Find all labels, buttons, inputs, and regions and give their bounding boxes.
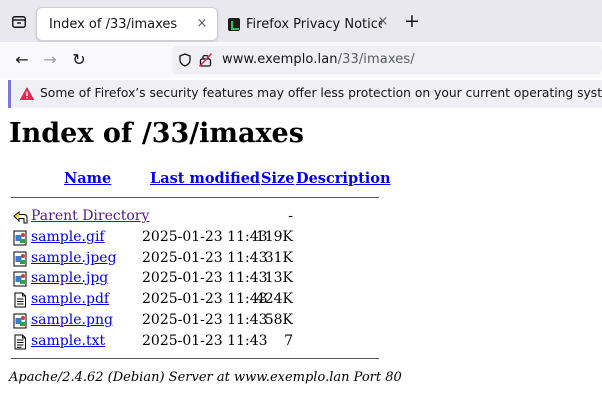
file-size: 58K: [264, 311, 293, 328]
file-row: sample.jpg 2025-01-23 11:43 13K: [0, 270, 602, 290]
insecure-lock-icon[interactable]: [199, 53, 212, 67]
browser-chrome: Index of /33/imaxes × Firefox Privacy No…: [0, 0, 602, 111]
image-icon: [13, 313, 27, 329]
close-tab-icon[interactable]: ×: [195, 17, 209, 31]
file-size: 31K: [264, 249, 293, 266]
file-size: 424K: [255, 291, 293, 308]
url-bar[interactable]: www.exemplo.lan/33/imaxes/: [172, 46, 602, 74]
file-link[interactable]: sample.jpeg: [31, 250, 117, 266]
tab-strip: Index of /33/imaxes × Firefox Privacy No…: [0, 0, 602, 42]
file-modified: 2025-01-23 11:43: [142, 291, 268, 308]
file-modified: 2025-01-23 11:43: [142, 270, 268, 287]
file-modified: 2025-01-23 11:43: [142, 311, 268, 328]
file-row: sample.jpeg 2025-01-23 11:43 31K: [0, 250, 602, 270]
parent-directory-row: Parent Directory -: [0, 208, 602, 228]
file-row: sample.pdf 2025-01-23 11:43 424K: [0, 291, 602, 311]
file-modified: 2025-01-23 11:43: [142, 249, 268, 266]
page-content: Index of /33/imaxes Name Last modified S…: [0, 111, 602, 412]
image-icon: [13, 230, 27, 246]
page-title: Index of /33/imaxes: [9, 118, 304, 149]
warning-icon: [20, 87, 34, 100]
file-link[interactable]: sample.txt: [31, 333, 105, 349]
file-row: sample.gif 2025-01-23 11:43 119K: [0, 229, 602, 249]
new-tab-button[interactable]: +: [403, 12, 421, 31]
size-column-header[interactable]: Size: [261, 170, 294, 187]
image-icon: [13, 251, 27, 267]
header-divider: [11, 197, 379, 198]
url-text[interactable]: www.exemplo.lan/33/imaxes/: [222, 52, 415, 67]
document-icon: [14, 292, 26, 308]
url-path: /33/imaxes/: [337, 52, 415, 67]
file-row: sample.png 2025-01-23 11:43 58K: [0, 312, 602, 332]
file-size: 7: [284, 332, 293, 349]
file-link[interactable]: sample.png: [31, 312, 113, 328]
back-button[interactable]: ←: [12, 50, 32, 70]
file-row: sample.txt 2025-01-23 11:43 7: [0, 333, 602, 353]
security-notification-bar: Some of Firefox’s security features may …: [8, 80, 602, 108]
file-link[interactable]: sample.pdf: [31, 291, 109, 307]
back-arrow-icon: [13, 210, 28, 224]
file-modified: 2025-01-23 11:43: [142, 229, 268, 245]
tab-list-icon[interactable]: [12, 16, 26, 28]
image-icon: [13, 271, 27, 287]
close-tab-icon[interactable]: ×: [376, 15, 390, 29]
file-size: 13K: [264, 270, 293, 287]
parent-directory-link[interactable]: Parent Directory: [31, 208, 149, 224]
server-signature: Apache/2.4.62 (Debian) Server at www.exe…: [9, 370, 402, 385]
description-column-header[interactable]: Description: [296, 170, 391, 187]
last-modified-column-header[interactable]: Last modified: [150, 170, 260, 187]
forward-button[interactable]: →: [40, 50, 60, 70]
reload-button[interactable]: ↻: [69, 50, 89, 70]
url-host: www.exemplo.lan: [222, 52, 338, 67]
tab-title: Firefox Privacy Notice —: [246, 16, 382, 32]
navigation-toolbar: ← → ↻ www.exemplo.lan/33/imaxes/: [0, 42, 602, 78]
file-size: 119K: [255, 229, 293, 245]
file-modified: 2025-01-23 11:43: [142, 332, 268, 349]
tracking-protection-shield-icon[interactable]: [179, 53, 191, 67]
file-link[interactable]: sample.jpg: [31, 270, 108, 286]
tab-index-of-imaxes[interactable]: Index of /33/imaxes ×: [36, 7, 218, 41]
name-column-header[interactable]: Name: [64, 170, 111, 187]
firefox-privacy-favicon-icon: [228, 17, 240, 31]
tab-title: Index of /33/imaxes: [49, 16, 178, 32]
text-file-icon: [14, 334, 26, 349]
notification-message: Some of Firefox’s security features may …: [40, 86, 602, 100]
tab-firefox-privacy-notice[interactable]: Firefox Privacy Notice — ×: [222, 6, 398, 42]
file-link[interactable]: sample.gif: [31, 229, 105, 245]
footer-divider: [11, 358, 379, 359]
file-size: -: [288, 208, 293, 224]
